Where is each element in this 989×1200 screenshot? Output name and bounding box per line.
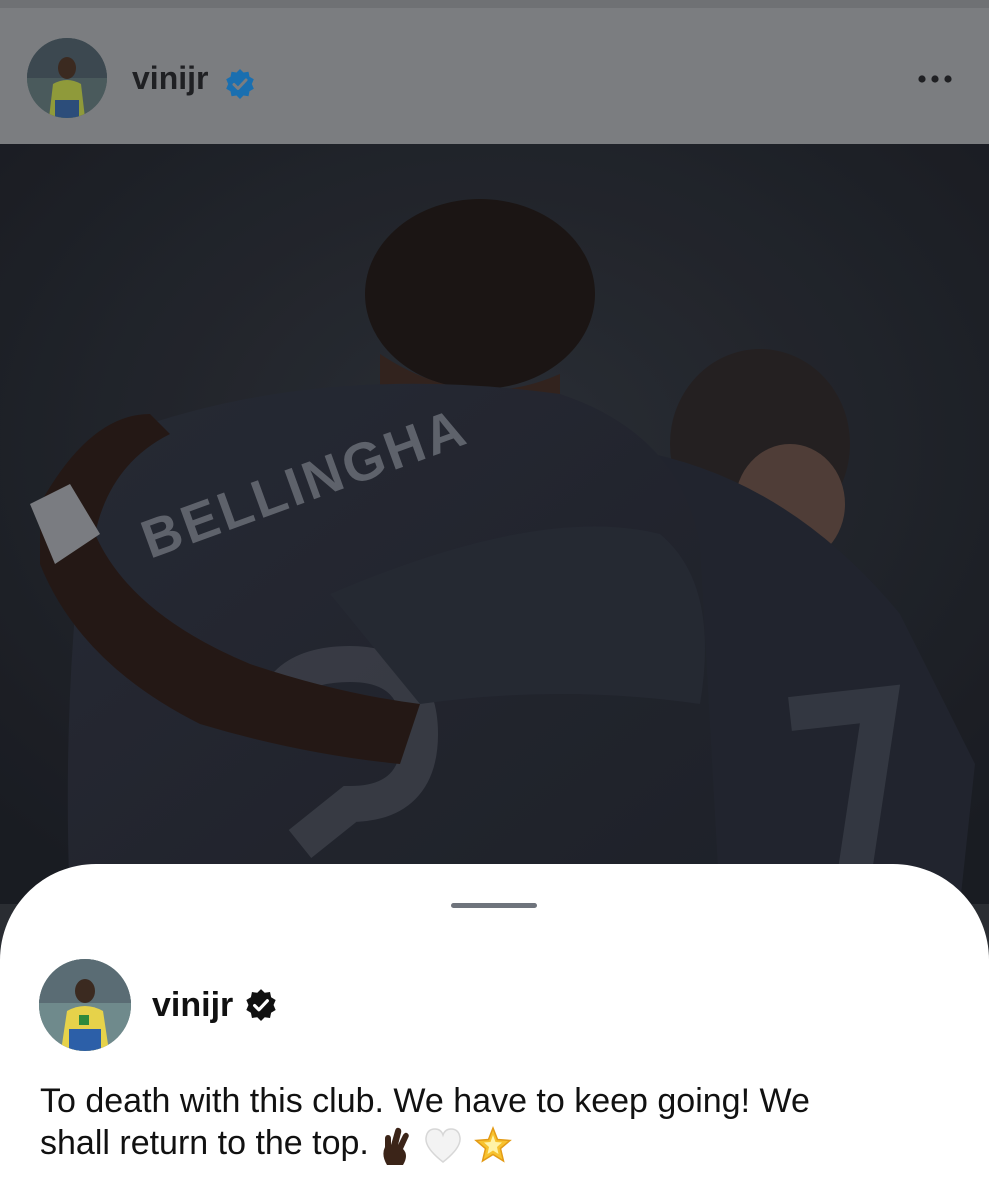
caption-line-2-text: shall return to the top. — [40, 1124, 369, 1162]
glowing-star-icon — [473, 1125, 512, 1163]
more-options-icon[interactable] — [917, 72, 953, 86]
white-heart-icon — [425, 1128, 461, 1163]
post-username[interactable]: vinijr — [132, 60, 208, 97]
caption-line-1: To death with this club. We have to keep… — [40, 1082, 810, 1120]
sheet-username[interactable]: vinijr — [152, 986, 233, 1025]
sheet-grabber[interactable] — [451, 903, 537, 908]
crossed-fingers-icon — [383, 1127, 409, 1166]
post-caption: To death with this club. We have to keep… — [40, 1080, 940, 1166]
verified-badge-icon — [226, 69, 254, 99]
caption-sheet: vinijr To death with this club. We have … — [0, 864, 989, 1200]
post-photo[interactable]: BELLINGHA — [0, 144, 989, 904]
post-avatar[interactable] — [27, 38, 107, 118]
verified-badge-icon — [246, 989, 276, 1021]
post-header: vinijr — [0, 0, 989, 144]
sheet-avatar[interactable] — [39, 959, 131, 1051]
instagram-post-screen: vinijr BELLINGHA vinijr To death with th… — [0, 0, 989, 1200]
caption-line-2: shall return to the top. — [40, 1122, 940, 1166]
